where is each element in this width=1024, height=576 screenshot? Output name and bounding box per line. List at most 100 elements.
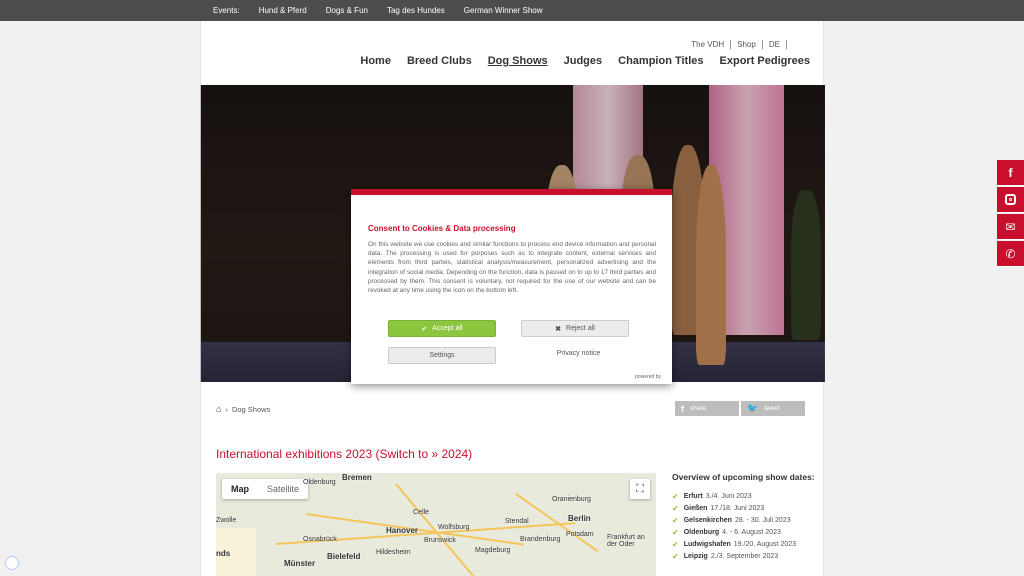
- facebook-share-button[interactable]: f share: [675, 401, 739, 416]
- upcoming-shows-panel: Overview of upcoming show dates: ✔ Erfurt…: [672, 472, 822, 562]
- show-item[interactable]: ✔ Gießen 17./18. Juni 2023: [672, 502, 822, 514]
- show-item[interactable]: ✔ Ludwigshafen 19./20. August 2023: [672, 538, 822, 550]
- breadcrumb-current: Dog Shows: [231, 404, 271, 414]
- check-icon: ✔: [672, 503, 679, 513]
- facebook-button[interactable]: f: [997, 160, 1024, 186]
- check-icon: ✔: [672, 515, 679, 525]
- phone-button[interactable]: ✆: [997, 241, 1024, 267]
- show-date: 28. - 30. Juli 2023: [734, 516, 791, 524]
- facebook-icon: f: [681, 403, 684, 414]
- show-city: Gelsenkirchen: [683, 516, 732, 524]
- meta-links: The VDH Shop DE: [691, 40, 787, 49]
- cookie-settings-icon[interactable]: [5, 556, 19, 570]
- map-city-label: Magdeburg: [475, 547, 511, 554]
- share-label: share: [690, 405, 707, 412]
- email-button[interactable]: ✉: [997, 214, 1024, 240]
- fullscreen-icon: ⛶: [636, 482, 644, 495]
- instagram-icon: [1005, 194, 1016, 205]
- meta-link-vdh[interactable]: The VDH: [691, 40, 732, 49]
- show-item[interactable]: ✔ Erfurt 3./4. Juni 2023: [672, 490, 822, 502]
- show-date: 19./20. August 2023: [733, 540, 797, 548]
- twitter-icon: 🐦: [747, 403, 759, 413]
- map-city-label: Brunswick: [424, 537, 456, 544]
- nav-champion-titles[interactable]: Champion Titles: [618, 55, 703, 67]
- twitter-share-button[interactable]: 🐦 tweet: [741, 401, 805, 416]
- reject-all-label: Reject all: [566, 325, 595, 332]
- breadcrumb-separator: ›: [225, 404, 228, 414]
- map-city-label: Berlin: [568, 514, 591, 523]
- reject-all-button[interactable]: ✖ Reject all: [521, 320, 629, 337]
- map-city-label: nds: [216, 549, 231, 558]
- phone-icon: ✆: [1005, 246, 1016, 261]
- map-city-label: Brandenburg: [520, 536, 561, 543]
- home-icon[interactable]: ⌂: [216, 404, 221, 414]
- consent-title: Consent to Cookies & Data processing: [368, 224, 516, 233]
- map-city-label: Hildesheim: [376, 549, 411, 556]
- nav-export-pedigrees[interactable]: Export Pedigrees: [720, 55, 810, 67]
- accept-all-button[interactable]: ✔ Accept all: [388, 320, 496, 337]
- show-date: 3./4. Juni 2023: [705, 492, 752, 500]
- show-city: Oldenburg: [683, 528, 720, 536]
- map-view-tab[interactable]: Map: [222, 479, 258, 499]
- check-icon: ✔: [421, 325, 428, 333]
- settings-button[interactable]: Settings: [388, 347, 496, 364]
- nav-judges[interactable]: Judges: [564, 55, 603, 67]
- event-link[interactable]: Hund & Pferd: [259, 6, 307, 15]
- cookie-consent-dialog: Consent to Cookies & Data processing On …: [351, 189, 672, 384]
- events-label: Events:: [213, 6, 240, 15]
- map-city-label: Celle: [413, 509, 429, 516]
- show-city: Gießen: [683, 504, 708, 512]
- event-link[interactable]: Tag des Hundes: [387, 6, 445, 15]
- meta-link-shop[interactable]: Shop: [731, 40, 763, 49]
- privacy-notice-link[interactable]: Privacy notice: [521, 350, 636, 357]
- instagram-button[interactable]: [997, 187, 1024, 213]
- map-city-label: Osnabrück: [303, 536, 337, 543]
- map-city-label: Bielefeld: [327, 552, 361, 561]
- language-switch[interactable]: DE: [763, 40, 787, 49]
- nav-dog-shows[interactable]: Dog Shows: [488, 55, 548, 67]
- check-icon: ✔: [672, 539, 679, 549]
- nav-home[interactable]: Home: [360, 55, 391, 67]
- show-item[interactable]: ✔ Gelsenkirchen 28. - 30. Juli 2023: [672, 514, 822, 526]
- nav-breed-clubs[interactable]: Breed Clubs: [407, 55, 472, 67]
- satellite-view-tab[interactable]: Satellite: [258, 479, 308, 499]
- envelope-icon: ✉: [1005, 219, 1016, 234]
- show-city: Leipzig: [683, 552, 708, 560]
- shows-list: ✔ Erfurt 3./4. Juni 2023 ✔ Gießen 17./18. Ju…: [672, 490, 822, 562]
- consent-text: On this website we use cookies and simil…: [368, 241, 656, 295]
- map-city-label: Frankfurt an der Oder: [607, 534, 645, 548]
- facebook-icon: f: [1008, 165, 1013, 180]
- show-date: 2./3. September 2023: [710, 552, 779, 560]
- accept-all-label: Accept all: [432, 325, 463, 332]
- close-icon: ✖: [555, 325, 562, 333]
- breadcrumb: ⌂ › Dog Shows: [216, 404, 270, 414]
- fullscreen-button[interactable]: ⛶: [630, 479, 650, 499]
- map-city-label: Stendal: [505, 518, 529, 525]
- tweet-label: tweet: [764, 405, 780, 412]
- show-item[interactable]: ✔ Leipzig 2./3. September 2023: [672, 550, 822, 562]
- check-icon: ✔: [672, 527, 679, 537]
- map-city-label: Bremen: [342, 473, 372, 482]
- map-city-label: Hanover: [386, 526, 419, 535]
- map-type-toggle: Map Satellite: [222, 479, 309, 499]
- main-navigation: Home Breed Clubs Dog Shows Judges Champi…: [360, 55, 810, 67]
- map-city-label: Oranienburg: [552, 496, 591, 503]
- map-city-label: Potsdam: [566, 531, 594, 538]
- settings-label: Settings: [429, 352, 455, 359]
- show-date: 4. - 6. August 2023: [722, 528, 781, 536]
- powered-by-label: powered by: [635, 374, 661, 380]
- top-event-bar: Events: Hund & Pferd Dogs & Fun Tag des …: [0, 0, 1024, 21]
- event-link[interactable]: German Winner Show: [464, 6, 543, 15]
- page-heading[interactable]: International exhibitions 2023 (Switch t…: [216, 447, 472, 461]
- show-city: Ludwigshafen: [683, 540, 731, 548]
- shows-map[interactable]: Map Satellite ⛶ Oldenburg Bremen Celle W…: [216, 473, 656, 576]
- show-item[interactable]: ✔ Oldenburg 4. - 6. August 2023: [672, 526, 822, 538]
- map-city-label: Zwolle: [216, 517, 237, 524]
- check-icon: ✔: [672, 551, 679, 561]
- event-link[interactable]: Dogs & Fun: [326, 6, 368, 15]
- show-city: Erfurt: [683, 492, 703, 500]
- show-date: 17./18. Juni 2023: [710, 504, 765, 512]
- overview-title: Overview of upcoming show dates:: [672, 472, 815, 482]
- check-icon: ✔: [672, 491, 679, 501]
- events-list: Events: Hund & Pferd Dogs & Fun Tag des …: [213, 6, 562, 15]
